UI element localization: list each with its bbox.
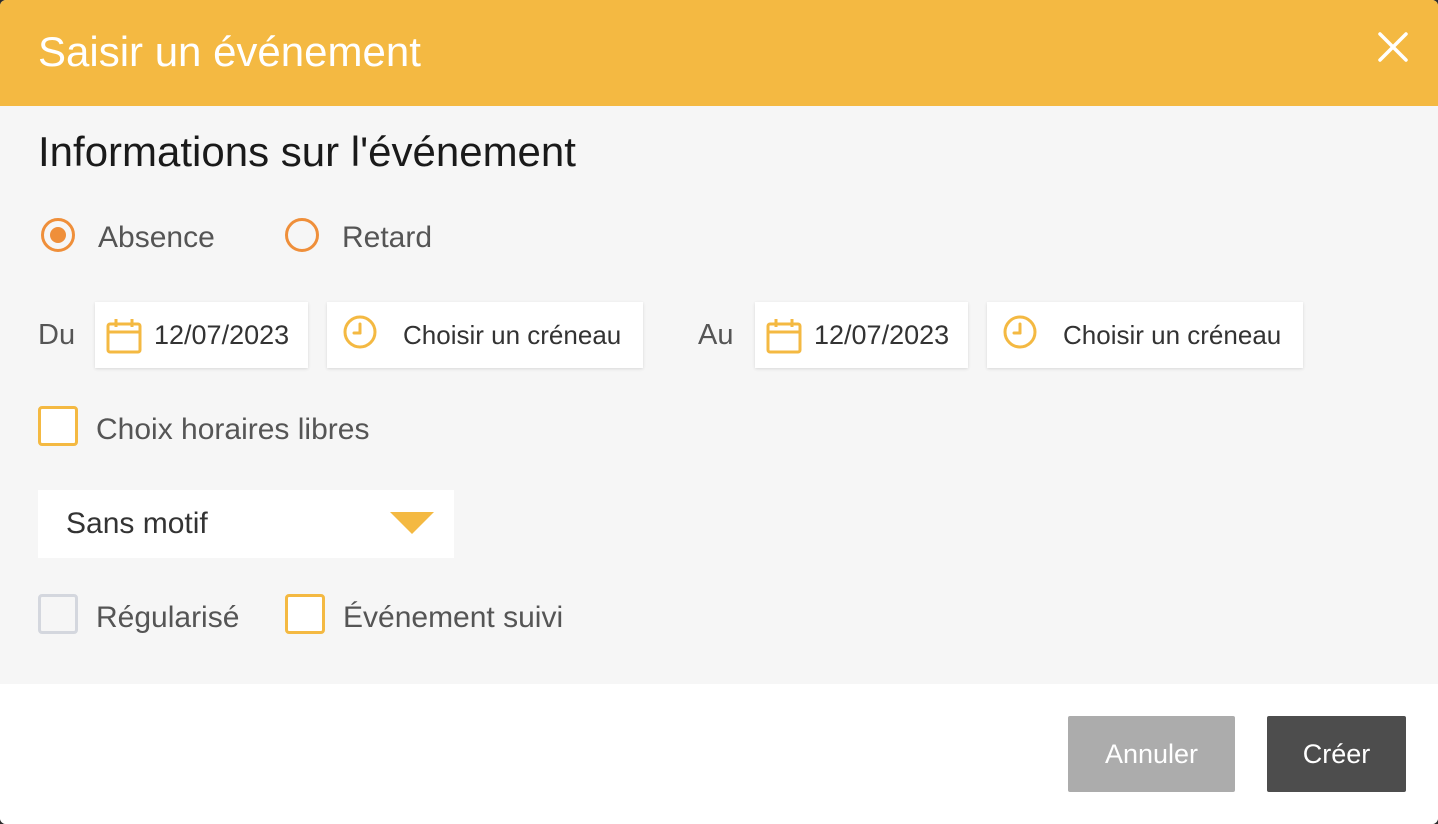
from-date-value: 12/07/2023 bbox=[154, 320, 290, 350]
to-label: Au bbox=[698, 319, 734, 351]
dialog-header: Saisir un événement bbox=[0, 0, 1438, 106]
chevron-down-icon bbox=[390, 512, 434, 534]
to-date-field[interactable]: 12/07/2023 bbox=[755, 302, 968, 368]
reason-select[interactable]: Sans motif bbox=[38, 490, 454, 558]
dialog-title: Saisir un événement bbox=[38, 28, 421, 75]
free-hours-label[interactable]: Choix horaires libres bbox=[96, 412, 369, 448]
create-button[interactable]: Créer bbox=[1267, 716, 1406, 792]
reason-select-value: Sans motif bbox=[66, 507, 208, 540]
calendar-icon bbox=[106, 319, 142, 354]
to-slot-value: Choisir un créneau bbox=[1063, 320, 1282, 350]
section-title: Informations sur l'événement bbox=[38, 128, 576, 175]
dialog-footer: Annuler Créer bbox=[0, 684, 1438, 824]
to-date-value: 12/07/2023 bbox=[814, 320, 950, 350]
from-label: Du bbox=[38, 319, 76, 351]
regularised-checkbox[interactable] bbox=[38, 594, 78, 634]
radio-selected-dot bbox=[50, 227, 66, 243]
followed-event-checkbox[interactable] bbox=[285, 594, 325, 634]
event-dialog: Saisir un événement Informations sur l'é… bbox=[0, 0, 1438, 824]
from-slot-field[interactable]: Choisir un créneau bbox=[327, 302, 643, 368]
from-slot-value: Choisir un créneau bbox=[403, 320, 622, 350]
dialog-body: Informations sur l'événement Absence Ret… bbox=[0, 106, 1438, 684]
close-button[interactable] bbox=[1372, 26, 1414, 68]
calendar-icon bbox=[766, 319, 802, 354]
cancel-button[interactable]: Annuler bbox=[1068, 716, 1235, 792]
clock-icon bbox=[1003, 315, 1037, 349]
from-date-field[interactable]: 12/07/2023 bbox=[95, 302, 308, 368]
radio-retard-label[interactable]: Retard bbox=[342, 220, 432, 256]
regularised-label[interactable]: Régularisé bbox=[96, 600, 239, 636]
clock-icon bbox=[343, 315, 377, 349]
free-hours-checkbox[interactable] bbox=[38, 406, 78, 446]
to-slot-field[interactable]: Choisir un créneau bbox=[987, 302, 1303, 368]
radio-absence-label[interactable]: Absence bbox=[98, 220, 215, 256]
radio-retard[interactable] bbox=[285, 218, 319, 252]
radio-absence[interactable] bbox=[41, 218, 75, 252]
close-icon bbox=[1378, 32, 1408, 62]
followed-event-label[interactable]: Événement suivi bbox=[343, 600, 563, 636]
